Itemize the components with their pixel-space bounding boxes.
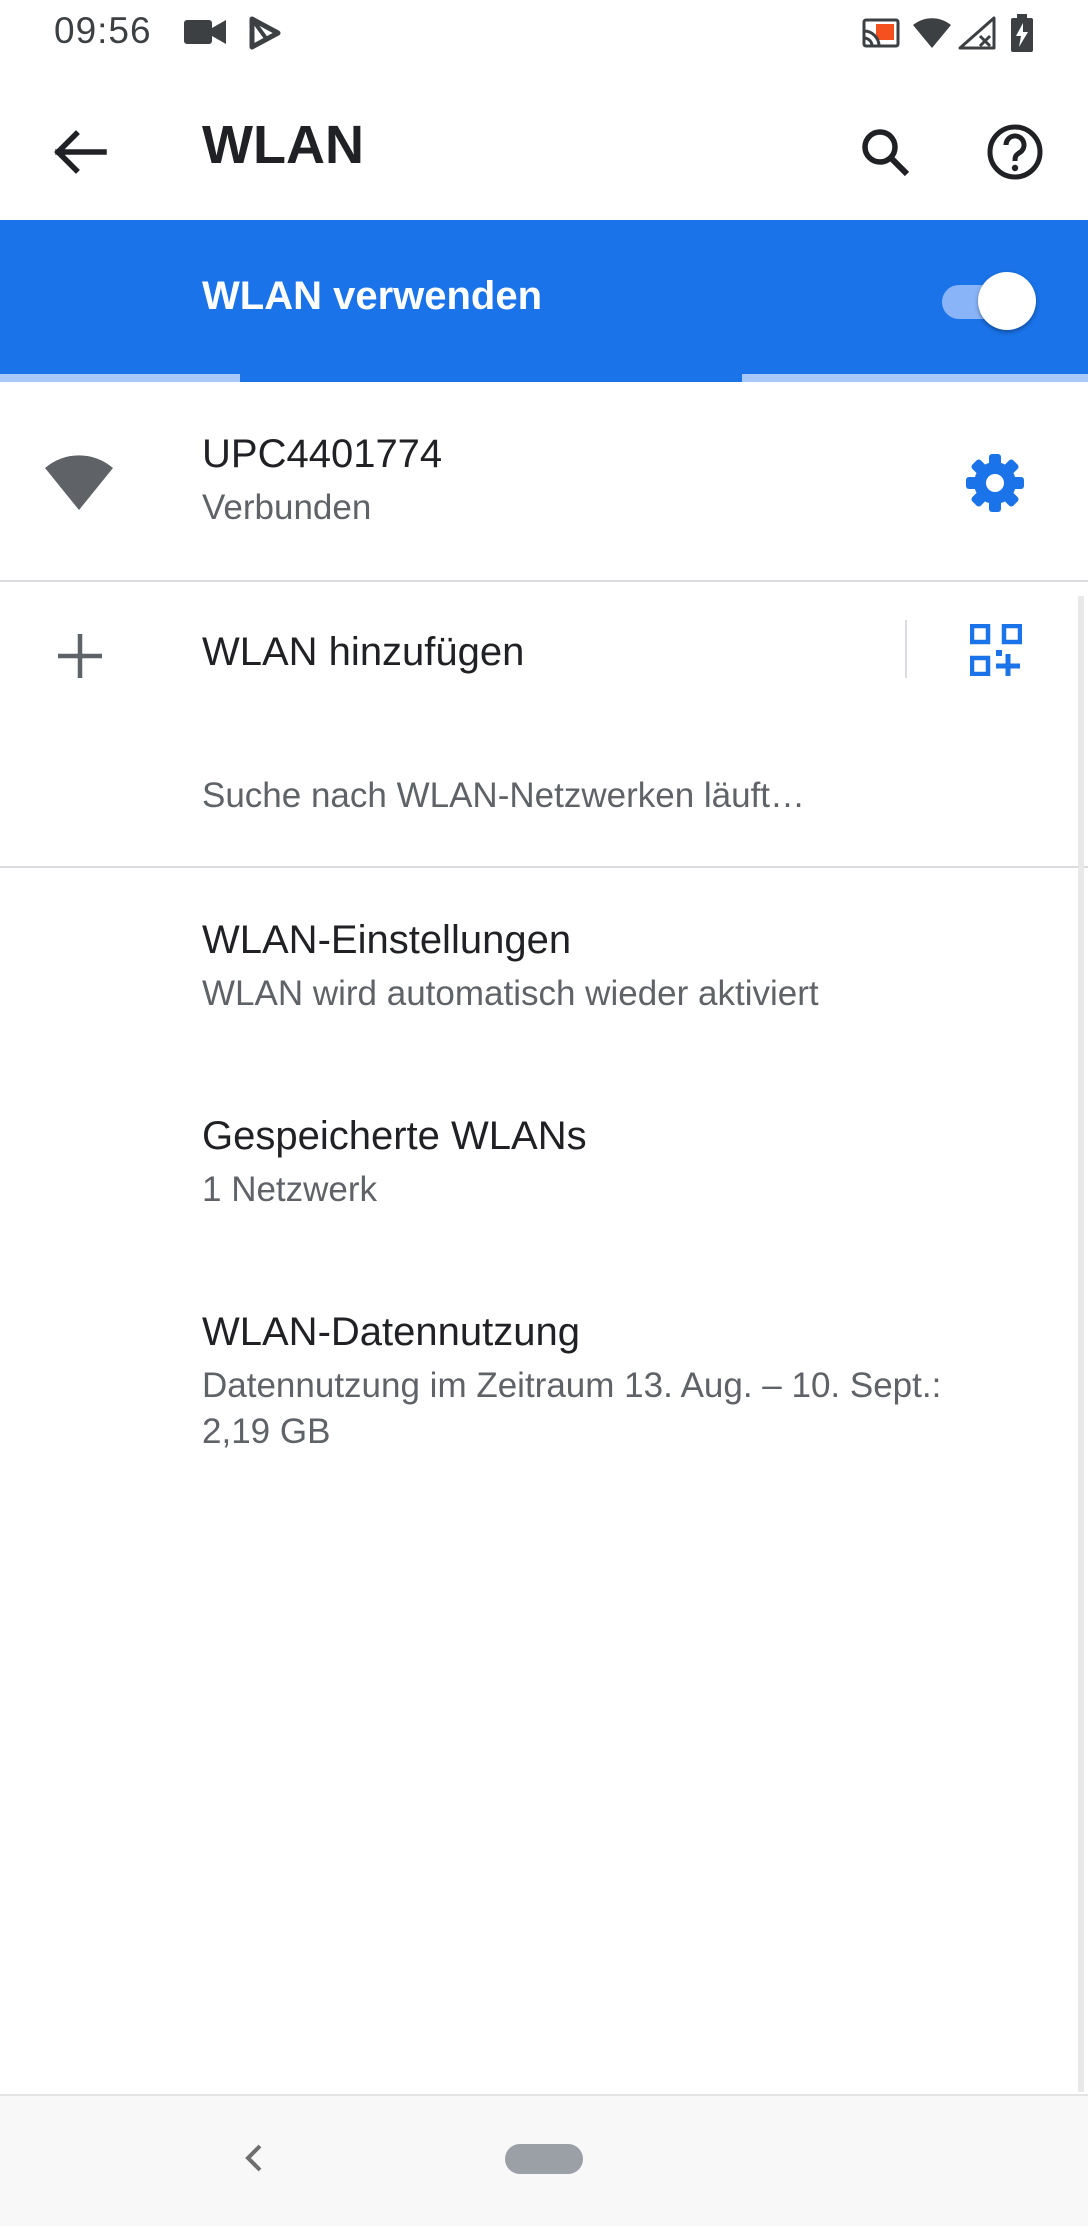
network-ssid: UPC4401774 bbox=[202, 432, 443, 476]
wifi-signal-icon bbox=[44, 452, 114, 517]
qr-code-scan-icon[interactable] bbox=[969, 623, 1023, 681]
home-pill-icon[interactable] bbox=[505, 2144, 583, 2174]
list-item-subtitle: 1 Netzwerk bbox=[202, 1170, 378, 1209]
list-item-saved-networks[interactable]: Gespeicherte WLANs 1 Netzwerk bbox=[0, 1064, 1088, 1260]
wlan-main-switch-label: WLAN verwenden bbox=[202, 274, 543, 318]
scrollbar[interactable] bbox=[1078, 596, 1084, 2092]
network-status: Verbunden bbox=[202, 488, 372, 527]
status-time: 09:56 bbox=[54, 10, 152, 51]
list-item-subtitle-line2: 2,19 GB bbox=[202, 1412, 331, 1451]
add-network-label: WLAN hinzufügen bbox=[202, 630, 525, 674]
scan-progress-indicator bbox=[240, 374, 742, 382]
list-item-data-usage[interactable]: WLAN-Datennutzung Datennutzung im Zeitra… bbox=[0, 1260, 1088, 1500]
list-item-wlan-settings[interactable]: WLAN-Einstellungen WLAN wird automatisch… bbox=[0, 868, 1088, 1064]
help-icon bbox=[987, 124, 1043, 180]
nav-back-chevron-icon bbox=[245, 2144, 262, 2172]
wlan-main-switch-bar[interactable]: WLAN verwenden bbox=[0, 220, 1088, 382]
connected-network-row[interactable]: UPC4401774 Verbunden bbox=[0, 382, 1088, 580]
help-button[interactable] bbox=[975, 112, 1055, 192]
no-signal-icon bbox=[958, 16, 996, 55]
cast-icon bbox=[862, 18, 900, 53]
videocam-icon bbox=[184, 18, 226, 51]
app-bar: WLAN bbox=[0, 66, 1088, 220]
play-store-icon bbox=[248, 16, 282, 55]
search-button[interactable] bbox=[845, 112, 925, 192]
list-item-subtitle-line1: Datennutzung im Zeitraum 13. Aug. – 10. … bbox=[202, 1366, 942, 1405]
vertical-separator bbox=[905, 620, 907, 678]
scan-progress-bar bbox=[0, 374, 1088, 382]
list-item-subtitle: WLAN wird automatisch wieder aktiviert bbox=[202, 974, 819, 1013]
list-item-title: WLAN-Datennutzung bbox=[202, 1310, 580, 1354]
arrow-back-icon bbox=[54, 130, 107, 174]
back-button[interactable] bbox=[40, 112, 120, 192]
nav-back-button[interactable] bbox=[222, 2126, 286, 2190]
toggle-thumb bbox=[978, 272, 1036, 330]
wifi-icon bbox=[912, 16, 952, 55]
scan-status-text: Suche nach WLAN-Netzwerken läuft… bbox=[202, 776, 806, 815]
page-title: WLAN bbox=[202, 115, 364, 175]
gear-icon[interactable] bbox=[964, 452, 1026, 519]
plus-icon bbox=[56, 632, 104, 685]
add-network-row[interactable]: WLAN hinzufügen bbox=[0, 582, 1088, 722]
system-navigation-bar bbox=[0, 2094, 1088, 2226]
battery-charging-icon bbox=[1010, 14, 1034, 57]
search-icon bbox=[862, 129, 910, 177]
list-item-title: WLAN-Einstellungen bbox=[202, 918, 572, 962]
wlan-toggle-switch[interactable] bbox=[938, 272, 1036, 330]
list-item-title: Gespeicherte WLANs bbox=[202, 1114, 587, 1158]
status-bar: 09:56 bbox=[0, 0, 1088, 66]
